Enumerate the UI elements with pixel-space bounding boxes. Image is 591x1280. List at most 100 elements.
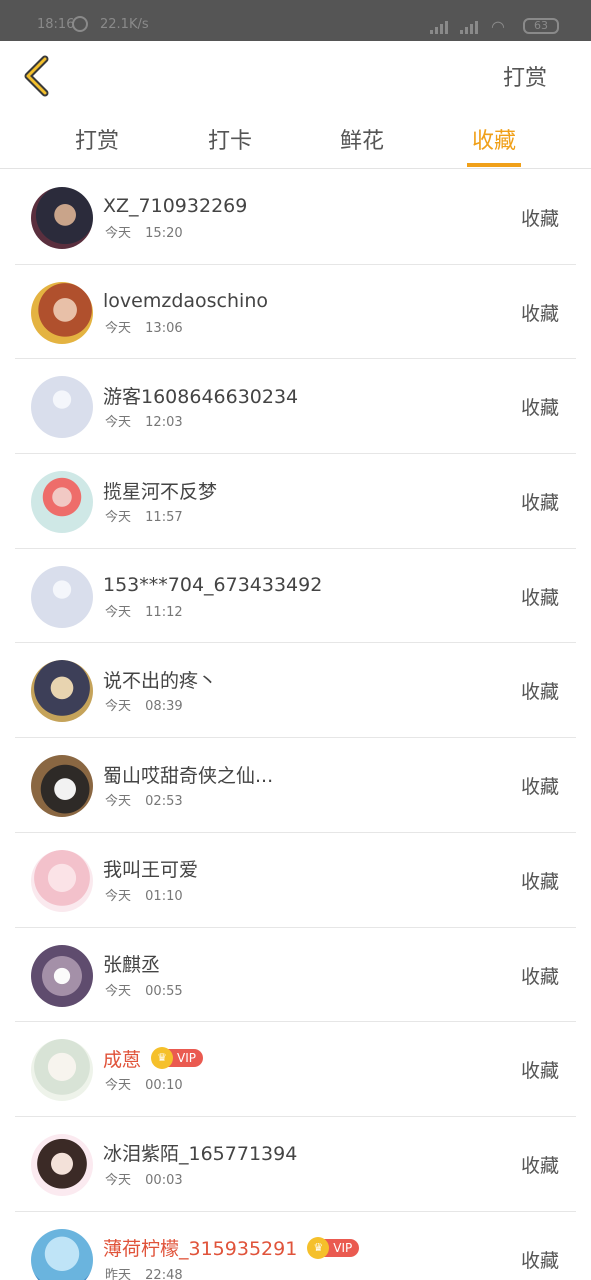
user-name-line: 冰泪紫陌_165771394 bbox=[103, 1139, 297, 1167]
timestamp-day: 今天 bbox=[105, 888, 132, 904]
avatar[interactable] bbox=[31, 1228, 93, 1280]
list-item[interactable]: 张麒丞 今天 00:55 收藏 bbox=[0, 928, 591, 1023]
user-name: 成蒽 bbox=[103, 1048, 142, 1071]
list-item[interactable]: 蜀山哎甜奇侠之仙... 今天 02:53 收藏 bbox=[0, 738, 591, 833]
list-item[interactable]: 我叫王可爱 今天 01:10 收藏 bbox=[0, 833, 591, 928]
user-name-line: 我叫王可爱 bbox=[103, 855, 198, 883]
timestamp-time: 15:20 bbox=[145, 226, 183, 241]
user-name-line: 说不出的疼丶 bbox=[103, 665, 217, 693]
timestamp-time: 11:57 bbox=[145, 510, 183, 526]
crown-icon: ♛ bbox=[307, 1236, 330, 1259]
wifi-icon: ◠ bbox=[491, 17, 505, 36]
favorites-list: XZ_710932269 今天 15:20 收藏 lovemzdaoschino… bbox=[0, 170, 591, 1280]
user-name-line: 游客1608646630234 bbox=[103, 381, 298, 409]
back-button[interactable] bbox=[18, 55, 58, 97]
vip-badge: ♛ VIP bbox=[307, 1236, 360, 1259]
tab-favorites[interactable]: 收藏 bbox=[434, 123, 554, 169]
favorite-action-label: 收藏 bbox=[520, 681, 559, 704]
list-item[interactable]: 揽星河不反梦 今天 11:57 收藏 bbox=[0, 454, 591, 549]
timestamp-day: 今天 bbox=[105, 510, 132, 526]
favorite-action-label: 收藏 bbox=[520, 1154, 559, 1177]
timestamp-time: 01:10 bbox=[145, 888, 183, 904]
battery-icon: 63 bbox=[523, 18, 559, 34]
user-name-line: 蜀山哎甜奇侠之仙... bbox=[103, 760, 273, 788]
tab-reward[interactable]: 打赏 bbox=[37, 123, 157, 169]
list-item[interactable]: 说不出的疼丶 今天 08:39 收藏 bbox=[0, 643, 591, 739]
timestamp: 今天 00:55 bbox=[105, 980, 183, 999]
app-header: 打赏 bbox=[0, 41, 591, 113]
timestamp-time: 00:10 bbox=[145, 1078, 183, 1094]
timestamp-day: 今天 bbox=[105, 983, 132, 999]
tab-label: 打赏 bbox=[74, 129, 119, 154]
timestamp-time: 11:12 bbox=[145, 604, 183, 620]
user-name: 薄荷柠檬_315935291 bbox=[103, 1238, 298, 1261]
tab-label: 鲜花 bbox=[339, 129, 384, 154]
favorite-action-label: 收藏 bbox=[520, 870, 559, 893]
avatar[interactable] bbox=[31, 565, 93, 628]
timestamp-day: 今天 bbox=[105, 604, 132, 620]
user-name: 冰泪紫陌_165771394 bbox=[103, 1143, 298, 1166]
favorite-action-label: 收藏 bbox=[520, 492, 559, 515]
tab-flowers[interactable]: 鲜花 bbox=[302, 123, 422, 169]
user-name-line: 张麒丞 bbox=[103, 950, 160, 978]
favorite-action-label: 收藏 bbox=[520, 302, 559, 325]
favorite-action-label: 收藏 bbox=[520, 965, 559, 988]
user-name: 张麒丞 bbox=[103, 954, 161, 976]
tab-checkin[interactable]: 打卡 bbox=[170, 123, 290, 169]
list-item[interactable]: 薄荷柠檬_315935291 ♛ VIP 昨天 22:48 收藏 bbox=[0, 1212, 591, 1280]
favorite-action-label: 收藏 bbox=[520, 1060, 559, 1083]
timestamp-day: 今天 bbox=[105, 1172, 132, 1188]
avatar[interactable] bbox=[31, 471, 93, 534]
tab-label: 收藏 bbox=[471, 129, 516, 154]
avatar[interactable] bbox=[31, 755, 93, 818]
user-name: 揽星河不反梦 bbox=[103, 480, 218, 503]
timestamp: 今天 02:53 bbox=[105, 790, 183, 809]
user-name: 说不出的疼丶 bbox=[103, 669, 218, 692]
timestamp: 今天 12:03 bbox=[105, 411, 183, 430]
timestamp-day: 今天 bbox=[105, 415, 132, 431]
timestamp: 今天 08:39 bbox=[105, 695, 183, 714]
signal-hd-icon bbox=[460, 18, 482, 34]
list-item[interactable]: lovemzdaoschino 今天 13:06 收藏 bbox=[0, 265, 591, 360]
user-name: 游客1608646630234 bbox=[103, 385, 299, 408]
network-speed: 22.1K/s bbox=[100, 17, 149, 32]
timestamp-time: 00:03 bbox=[145, 1172, 183, 1188]
timestamp-day: 今天 bbox=[105, 699, 132, 715]
favorite-action-label: 收藏 bbox=[520, 1249, 559, 1272]
list-item[interactable]: 153***704_673433492 今天 11:12 收藏 bbox=[0, 549, 591, 644]
alarm-icon bbox=[72, 16, 88, 32]
avatar[interactable] bbox=[31, 281, 93, 344]
avatar[interactable] bbox=[31, 187, 93, 249]
avatar[interactable] bbox=[31, 376, 93, 439]
list-item[interactable]: 成蒽 ♛ VIP 今天 00:10 收藏 bbox=[0, 1022, 591, 1117]
user-name: 153***704_673433492 bbox=[103, 573, 323, 596]
user-name-line: 153***704_673433492 bbox=[103, 571, 322, 599]
avatar[interactable] bbox=[31, 1133, 93, 1196]
avatar[interactable] bbox=[31, 1039, 93, 1102]
list-item[interactable]: XZ_710932269 今天 15:20 收藏 bbox=[0, 170, 591, 265]
timestamp-time: 13:06 bbox=[145, 320, 183, 336]
status-time: 18:16 bbox=[37, 17, 75, 32]
tab-bar: 打赏 打卡 鲜花 收藏 bbox=[0, 113, 591, 169]
timestamp-time: 12:03 bbox=[145, 415, 183, 431]
timestamp: 今天 01:10 bbox=[105, 885, 183, 904]
timestamp: 今天 00:10 bbox=[105, 1074, 183, 1093]
avatar[interactable] bbox=[31, 660, 93, 723]
user-name: 我叫王可爱 bbox=[103, 859, 199, 882]
favorite-action-label: 收藏 bbox=[520, 776, 559, 799]
tab-label: 打卡 bbox=[207, 129, 252, 154]
timestamp-time: 02:53 bbox=[145, 794, 183, 810]
status-bar: 18:16 22.1K/s ◠ 63 bbox=[0, 0, 591, 41]
avatar[interactable] bbox=[31, 944, 93, 1007]
timestamp: 昨天 22:48 bbox=[105, 1264, 183, 1280]
user-name: lovemzdaoschino bbox=[103, 289, 268, 312]
list-item[interactable]: 游客1608646630234 今天 12:03 收藏 bbox=[0, 359, 591, 455]
timestamp-day: 今天 bbox=[105, 226, 132, 241]
avatar[interactable] bbox=[31, 849, 93, 912]
list-item[interactable]: 冰泪紫陌_165771394 今天 00:03 收藏 bbox=[0, 1117, 591, 1212]
reward-button[interactable]: 打赏 bbox=[503, 60, 547, 92]
timestamp-day: 昨天 bbox=[105, 1267, 132, 1280]
user-name: 蜀山哎甜奇侠之仙... bbox=[103, 764, 274, 787]
user-name: XZ_710932269 bbox=[103, 195, 248, 217]
user-name-line: XZ_710932269 bbox=[103, 192, 247, 220]
